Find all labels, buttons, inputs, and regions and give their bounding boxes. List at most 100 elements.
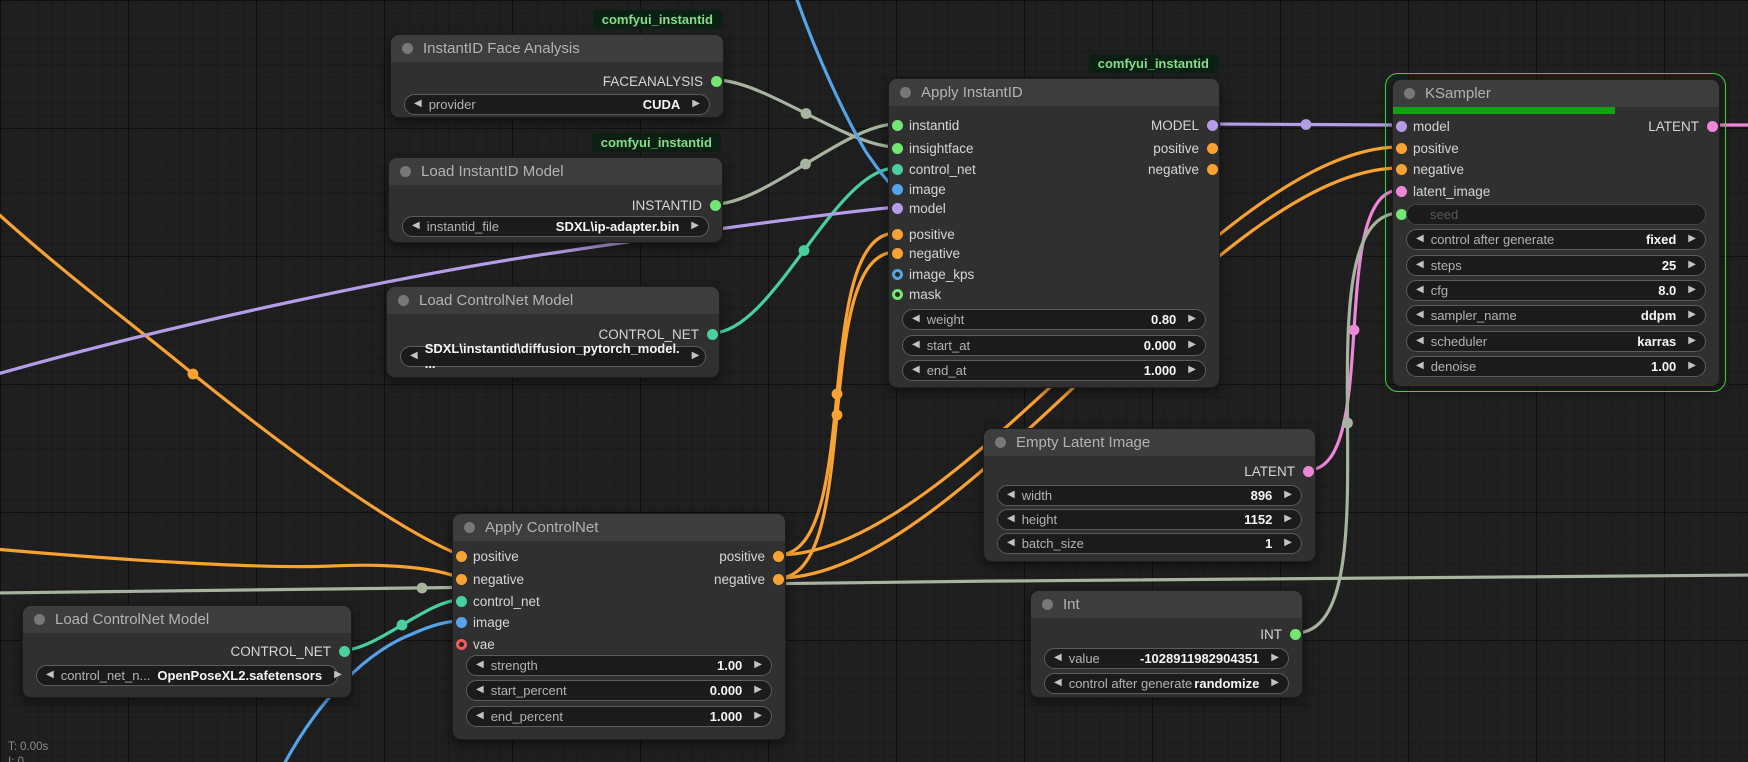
- input-slot-image-dot[interactable]: [456, 617, 467, 628]
- output-slot-negative-dot[interactable]: [1207, 164, 1218, 175]
- input-slot-insightface-dot[interactable]: [892, 143, 903, 154]
- node-title-bar[interactable]: InstantID Face Analysis: [391, 35, 723, 62]
- increment-arrow-icon[interactable]: ▶: [1271, 653, 1279, 663]
- increment-arrow-icon[interactable]: ▶: [754, 660, 762, 670]
- input-slot-instantid-dot[interactable]: [892, 120, 903, 131]
- node-load-instantid-model[interactable]: Load InstantID Modelcomfyui_instantidINS…: [388, 157, 723, 243]
- input-slot-positive-dot[interactable]: [1396, 143, 1407, 154]
- output-slot-INT-dot[interactable]: [1290, 629, 1301, 640]
- node-collapse-dot[interactable]: [400, 166, 411, 177]
- decrement-arrow-icon[interactable]: ◀: [1416, 285, 1424, 295]
- increment-arrow-icon[interactable]: ▶: [691, 221, 699, 231]
- output-slot-LATENT-dot[interactable]: [1707, 121, 1718, 132]
- decrement-arrow-icon[interactable]: ◀: [476, 711, 484, 721]
- widget-control_net_n...[interactable]: ◀control_net_n...OpenPoseXL2.safetensors…: [36, 665, 338, 686]
- decrement-arrow-icon[interactable]: ◀: [1007, 514, 1015, 524]
- node-collapse-dot[interactable]: [1404, 88, 1415, 99]
- graph-canvas[interactable]: T: 0.00s I: 0 InstantID Face Analysiscom…: [0, 0, 1748, 762]
- output-slot-LATENT-dot[interactable]: [1303, 466, 1314, 477]
- widget-denoise[interactable]: ◀denoise1.00▶: [1406, 356, 1706, 377]
- increment-arrow-icon[interactable]: ▶: [334, 670, 342, 680]
- decrement-arrow-icon[interactable]: ◀: [1007, 490, 1015, 500]
- node-load-controlnet-model-bottom[interactable]: Load ControlNet ModelCONTROL_NET◀control…: [22, 605, 352, 698]
- decrement-arrow-icon[interactable]: ◀: [1416, 310, 1424, 320]
- node-title-bar[interactable]: Load InstantID Model: [389, 158, 722, 185]
- widget-value[interactable]: ◀value-1028911982904351▶: [1044, 648, 1289, 669]
- input-slot-positive-dot[interactable]: [456, 551, 467, 562]
- widget-start_percent[interactable]: ◀start_percent0.000▶: [466, 680, 772, 701]
- increment-arrow-icon[interactable]: ▶: [692, 99, 700, 109]
- node-title-bar[interactable]: Apply InstantID: [889, 79, 1219, 106]
- increment-arrow-icon[interactable]: ▶: [1284, 538, 1292, 548]
- widget-steps[interactable]: ◀steps25▶: [1406, 255, 1706, 276]
- decrement-arrow-icon[interactable]: ◀: [1416, 336, 1424, 346]
- output-slot-positive-dot[interactable]: [1207, 143, 1218, 154]
- decrement-arrow-icon[interactable]: ◀: [414, 99, 422, 109]
- decrement-arrow-icon[interactable]: ◀: [46, 670, 54, 680]
- decrement-arrow-icon[interactable]: ◀: [1054, 653, 1062, 663]
- increment-arrow-icon[interactable]: ▶: [1271, 678, 1279, 688]
- node-empty-latent-image[interactable]: Empty Latent ImageLATENT◀width896▶◀heigh…: [983, 428, 1316, 562]
- increment-arrow-icon[interactable]: ▶: [1188, 314, 1196, 324]
- widget-provider[interactable]: ◀providerCUDA▶: [404, 94, 710, 115]
- input-slot-control_net-dot[interactable]: [892, 164, 903, 175]
- node-collapse-dot[interactable]: [34, 614, 45, 625]
- node-collapse-dot[interactable]: [995, 437, 1006, 448]
- increment-arrow-icon[interactable]: ▶: [1284, 514, 1292, 524]
- input-slot-image_kps-dot[interactable]: [892, 269, 903, 280]
- widget-control after generate[interactable]: ◀control after generatefixed▶: [1406, 229, 1706, 250]
- output-slot-CONTROL_NET-dot[interactable]: [707, 329, 718, 340]
- widget-instantid_file[interactable]: ◀instantid_fileSDXL\ip-adapter.bin▶: [402, 216, 709, 237]
- input-slot-control_net-dot[interactable]: [456, 596, 467, 607]
- increment-arrow-icon[interactable]: ▶: [754, 685, 762, 695]
- input-slot-image-dot[interactable]: [892, 184, 903, 195]
- output-slot-INSTANTID-dot[interactable]: [710, 200, 721, 211]
- widget-end_at[interactable]: ◀end_at1.000▶: [902, 360, 1206, 381]
- output-slot-CONTROL_NET-dot[interactable]: [339, 646, 350, 657]
- widget-end_percent[interactable]: ◀end_percent1.000▶: [466, 706, 772, 727]
- node-collapse-dot[interactable]: [1042, 599, 1053, 610]
- input-slot-positive-dot[interactable]: [892, 229, 903, 240]
- output-slot-positive-dot[interactable]: [773, 551, 784, 562]
- widget-strength[interactable]: ◀strength1.00▶: [466, 655, 772, 676]
- node-title-bar[interactable]: Int: [1031, 591, 1302, 618]
- decrement-arrow-icon[interactable]: ◀: [912, 340, 920, 350]
- node-collapse-dot[interactable]: [398, 295, 409, 306]
- widget-scheduler[interactable]: ◀schedulerkarras▶: [1406, 331, 1706, 352]
- output-slot-negative-dot[interactable]: [773, 574, 784, 585]
- widget-file[interactable]: ◀SDXL\instantid\diffusion_pytorch_model.…: [400, 346, 706, 367]
- increment-arrow-icon[interactable]: ▶: [1688, 260, 1696, 270]
- increment-arrow-icon[interactable]: ▶: [1284, 490, 1292, 500]
- decrement-arrow-icon[interactable]: ◀: [1416, 361, 1424, 371]
- node-collapse-dot[interactable]: [464, 522, 475, 533]
- widget-batch_size[interactable]: ◀batch_size1▶: [997, 533, 1302, 554]
- node-title-bar[interactable]: Load ControlNet Model: [387, 287, 719, 314]
- node-int[interactable]: IntINT◀value-1028911982904351▶◀control a…: [1030, 590, 1303, 698]
- node-collapse-dot[interactable]: [900, 87, 911, 98]
- increment-arrow-icon[interactable]: ▶: [692, 351, 700, 361]
- node-title-bar[interactable]: KSampler: [1393, 80, 1719, 107]
- decrement-arrow-icon[interactable]: ◀: [1416, 234, 1424, 244]
- increment-arrow-icon[interactable]: ▶: [754, 711, 762, 721]
- node-title-bar[interactable]: Load ControlNet Model: [23, 606, 351, 633]
- input-slot-negative-dot[interactable]: [1396, 164, 1407, 175]
- increment-arrow-icon[interactable]: ▶: [1688, 285, 1696, 295]
- decrement-arrow-icon[interactable]: ◀: [1416, 260, 1424, 270]
- node-collapse-dot[interactable]: [402, 43, 413, 54]
- decrement-arrow-icon[interactable]: ◀: [1007, 538, 1015, 548]
- node-title-bar[interactable]: Empty Latent Image: [984, 429, 1315, 456]
- increment-arrow-icon[interactable]: ▶: [1188, 365, 1196, 375]
- increment-arrow-icon[interactable]: ▶: [1688, 234, 1696, 244]
- input-slot-model-dot[interactable]: [1396, 121, 1407, 132]
- input-slot-model-dot[interactable]: [892, 203, 903, 214]
- widget-height[interactable]: ◀height1152▶: [997, 509, 1302, 530]
- output-slot-FACEANALYSIS-dot[interactable]: [711, 76, 722, 87]
- input-slot-vae-dot[interactable]: [456, 639, 467, 650]
- decrement-arrow-icon[interactable]: ◀: [476, 660, 484, 670]
- input-slot-negative-dot[interactable]: [456, 574, 467, 585]
- widget-seed[interactable]: seed: [1406, 204, 1706, 225]
- output-slot-MODEL-dot[interactable]: [1207, 120, 1218, 131]
- node-apply-instantid[interactable]: Apply InstantIDcomfyui_instantidinstanti…: [888, 78, 1220, 388]
- node-instantid-face-analysis[interactable]: InstantID Face Analysiscomfyui_instantid…: [390, 34, 724, 118]
- node-title-bar[interactable]: Apply ControlNet: [453, 514, 785, 541]
